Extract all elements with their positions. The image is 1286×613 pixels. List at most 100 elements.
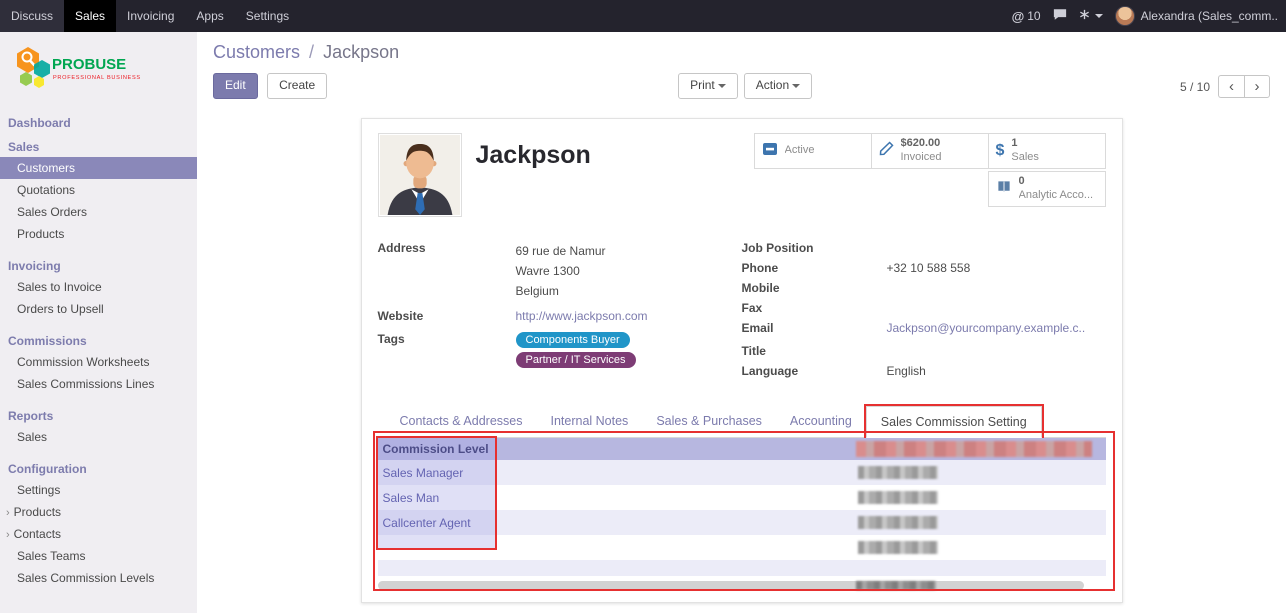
phone-field-label: Phone — [742, 261, 887, 276]
debug-menu-button[interactable] — [1079, 9, 1103, 23]
sales-count-value: 1 — [1011, 137, 1039, 151]
sidebar-header-reports[interactable]: Reports — [0, 404, 197, 426]
book-icon — [996, 179, 1012, 199]
sidebar-item-config-contacts[interactable]: › Contacts — [0, 523, 197, 545]
breadcrumb-current: Jackpson — [323, 42, 399, 62]
stat-button-analytic-accounts[interactable]: 0 Analytic Acco... — [988, 171, 1106, 207]
print-dropdown-button[interactable]: Print — [678, 73, 738, 99]
active-toggle-icon — [762, 141, 778, 162]
table-row-callcenter-agent[interactable]: Callcenter Agent — [378, 510, 1106, 535]
sidebar-item-products[interactable]: Products — [0, 223, 197, 245]
debug-asterisk-icon — [1079, 9, 1090, 23]
analytic-count-label: Analytic Acco... — [1019, 189, 1094, 203]
commission-level-cell: Sales Manager — [378, 466, 856, 480]
redacted-column-header — [856, 441, 1092, 457]
sidebar-header-dashboard[interactable]: Dashboard — [0, 111, 197, 133]
tab-internal-notes[interactable]: Internal Notes — [536, 406, 642, 437]
website-link[interactable]: http://www.jackpson.com — [516, 309, 648, 324]
commission-level-column-header[interactable]: Commission Level — [378, 442, 856, 456]
record-form-sheet: Jackpson Active $620.00 In — [361, 118, 1123, 603]
redacted-value — [858, 466, 938, 479]
menu-settings[interactable]: Settings — [235, 0, 300, 32]
record-fields: Address 69 rue de Namur Wavre 1300 Belgi… — [378, 241, 1106, 384]
tabs-bar: Contacts & Addresses Internal Notes Sale… — [378, 406, 1106, 438]
table-row-empty — [378, 560, 1106, 576]
invoiced-label: Invoiced — [901, 151, 942, 165]
stat-button-invoiced[interactable]: $620.00 Invoiced — [871, 133, 989, 169]
table-row-empty — [378, 535, 1106, 560]
sidebar-header-invoicing[interactable]: Invoicing — [0, 254, 197, 276]
redacted-value — [858, 491, 938, 504]
mentions-button[interactable]: @ 10 — [1012, 9, 1041, 24]
stat-button-sales[interactable]: $ 1 Sales — [988, 133, 1106, 169]
sidebar-item-orders-to-upsell[interactable]: Orders to Upsell — [0, 298, 197, 320]
create-button[interactable]: Create — [267, 73, 327, 99]
address-field-label: Address — [378, 241, 516, 301]
sidebar-header-configuration[interactable]: Configuration — [0, 457, 197, 479]
tab-sales-commission-setting[interactable]: Sales Commission Setting — [866, 406, 1042, 438]
pager-next-button[interactable]: › — [1244, 75, 1270, 98]
sidebar-item-label: Products — [14, 505, 61, 519]
horizontal-scrollbar[interactable] — [378, 581, 1084, 590]
customer-photo — [378, 133, 462, 217]
menu-invoicing[interactable]: Invoicing — [116, 0, 185, 32]
sidebar-item-sales-teams[interactable]: Sales Teams — [0, 545, 197, 567]
breadcrumb-customers-link[interactable]: Customers — [213, 42, 300, 62]
sales-count-label: Sales — [1011, 151, 1039, 165]
action-dropdown-button[interactable]: Action — [744, 73, 812, 99]
sidebar-item-reports-sales[interactable]: Sales — [0, 426, 197, 448]
print-label: Print — [690, 78, 715, 92]
sidebar-header-commissions[interactable]: Commissions — [0, 329, 197, 351]
address-value: 69 rue de Namur Wavre 1300 Belgium — [516, 241, 606, 301]
notebook: Contacts & Addresses Internal Notes Sale… — [378, 406, 1106, 590]
tab-contacts-addresses[interactable]: Contacts & Addresses — [386, 406, 537, 437]
active-label: Active — [785, 144, 815, 158]
tab-sales-purchases[interactable]: Sales & Purchases — [642, 406, 776, 437]
sidebar-item-commission-worksheets[interactable]: Commission Worksheets — [0, 351, 197, 373]
sidebar-item-customers[interactable]: Customers — [0, 157, 197, 179]
title-field-label: Title — [742, 344, 887, 359]
stat-button-active[interactable]: Active — [754, 133, 872, 169]
sidebar-item-config-products[interactable]: ›Products — [0, 501, 197, 523]
user-avatar — [1115, 6, 1135, 26]
sidebar-item-sales-commission-levels[interactable]: Sales Commission Levels — [0, 567, 197, 589]
sidebar-item-label: Contacts — [14, 527, 61, 541]
chevron-down-icon — [792, 84, 800, 88]
logo-tagline-text: PROFESSIONAL BUSINESS — [53, 75, 141, 81]
menu-apps[interactable]: Apps — [185, 0, 234, 32]
phone-value: +32 10 588 558 — [887, 261, 971, 276]
analytic-count-value: 0 — [1019, 175, 1094, 189]
menu-discuss[interactable]: Discuss — [0, 0, 64, 32]
commission-level-cell: Callcenter Agent — [378, 516, 856, 530]
sidebar-item-sales-to-invoice[interactable]: Sales to Invoice — [0, 276, 197, 298]
sidebar-item-settings[interactable]: Settings — [0, 479, 197, 501]
messages-button[interactable] — [1053, 8, 1067, 24]
edit-button[interactable]: Edit — [213, 73, 258, 99]
table-header-row: Commission Level — [378, 438, 1106, 460]
tag-components-buyer: Components Buyer — [516, 332, 630, 348]
menu-sales[interactable]: Sales — [64, 0, 116, 32]
table-row-sales-man[interactable]: Sales Man — [378, 485, 1106, 510]
user-menu[interactable]: Alexandra (Sales_comm.. — [1115, 6, 1278, 26]
sidebar-header-sales[interactable]: Sales — [0, 135, 197, 157]
email-link[interactable]: Jackpson@yourcompany.example.c.. — [887, 321, 1086, 336]
sidebar: PROBUSE PROFESSIONAL BUSINESS Dashboard … — [0, 32, 197, 613]
submenu-arrow-icon: › — [6, 529, 10, 541]
mention-count-badge: 10 — [1027, 9, 1040, 23]
commission-level-cell: Sales Man — [378, 491, 856, 505]
table-row-sales-manager[interactable]: Sales Manager — [378, 460, 1106, 485]
sidebar-item-sales-commissions-lines[interactable]: Sales Commissions Lines — [0, 373, 197, 395]
redacted-value — [858, 516, 938, 529]
language-field-label: Language — [742, 364, 887, 379]
sidebar-item-sales-orders[interactable]: Sales Orders — [0, 201, 197, 223]
tags-value: Components Buyer Partner / IT Services — [516, 332, 636, 372]
tab-accounting[interactable]: Accounting — [776, 406, 866, 437]
stat-buttons: Active $620.00 Invoiced $ 1 — [750, 133, 1106, 209]
logo-name-text: PROBUSE — [52, 56, 126, 73]
tag-partner-it-services: Partner / IT Services — [516, 352, 636, 368]
job-position-field-label: Job Position — [742, 241, 887, 256]
sidebar-item-quotations[interactable]: Quotations — [0, 179, 197, 201]
breadcrumb-separator: / — [309, 42, 314, 62]
pager-previous-button[interactable]: ‹ — [1218, 75, 1244, 98]
probuse-logo: PROBUSE PROFESSIONAL BUSINESS — [0, 32, 197, 111]
